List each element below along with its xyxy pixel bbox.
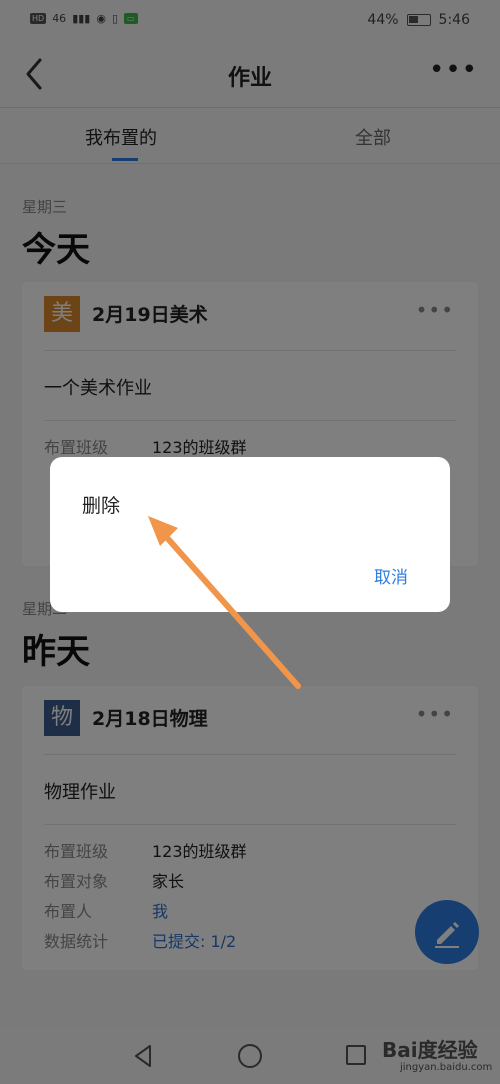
- delete-option[interactable]: 删除: [82, 491, 120, 518]
- cancel-button[interactable]: 取消: [374, 563, 408, 588]
- action-dialog: 删除 取消: [50, 457, 450, 612]
